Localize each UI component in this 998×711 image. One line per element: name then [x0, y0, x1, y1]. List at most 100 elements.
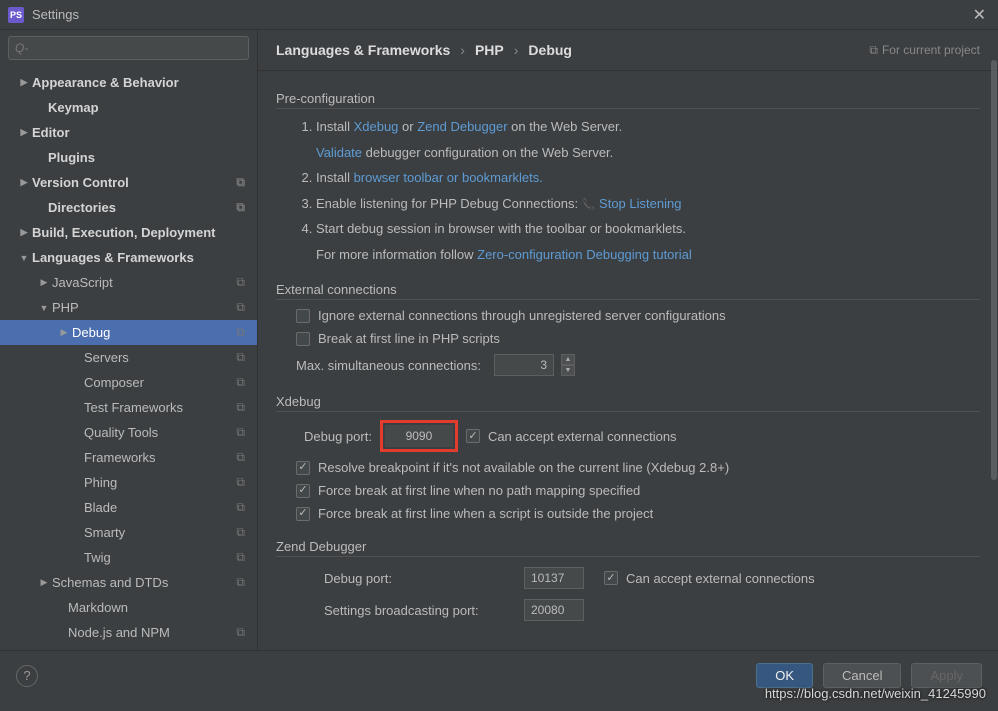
tree-item-label: Languages & Frameworks: [32, 250, 194, 265]
button-bar: ? OK Cancel Apply: [0, 650, 998, 700]
tree-item-php[interactable]: ▼PHP⧉: [0, 295, 257, 320]
chk-force-nopath[interactable]: [296, 484, 310, 498]
breadcrumb-a[interactable]: Languages & Frameworks: [276, 42, 450, 58]
ok-button[interactable]: OK: [756, 663, 813, 688]
tree-item-label: Plugins: [48, 150, 95, 165]
arrow-icon: ▼: [18, 253, 30, 263]
tree-item-quality-tools[interactable]: Quality Tools ⧉: [0, 420, 257, 445]
copy-icon: ⧉: [236, 475, 245, 490]
copy-icon: ⧉: [236, 575, 245, 590]
arrow-icon: ▶: [58, 327, 70, 338]
cancel-button[interactable]: Cancel: [823, 663, 901, 688]
chk-xdebug-accept[interactable]: [466, 429, 480, 443]
copy-icon: ⧉: [236, 425, 245, 440]
tree-item-phing[interactable]: Phing⧉: [0, 470, 257, 495]
tree-item-label: Quality Tools: [84, 425, 158, 440]
tree-item-label: Composer: [84, 375, 144, 390]
copy-icon: ⧉: [236, 450, 245, 465]
tree-item-node-js-and-npm[interactable]: Node.js and NPM⧉: [0, 620, 257, 645]
tree-item-label: Schemas and DTDs: [52, 575, 168, 590]
tree-item-label: Smarty: [84, 525, 125, 540]
preconfig-step2: Install browser toolbar or bookmarklets.: [316, 168, 980, 188]
titlebar: PS Settings ✕: [0, 0, 998, 30]
preconfig-step1: Install Xdebug or Zend Debugger on the W…: [316, 117, 980, 162]
section-external: External connections: [276, 282, 980, 300]
link-bookmarklets[interactable]: browser toolbar or bookmarklets.: [354, 170, 543, 185]
apply-button[interactable]: Apply: [911, 663, 982, 688]
link-xdebug[interactable]: Xdebug: [354, 119, 399, 134]
link-tutorial[interactable]: Zero-configuration Debugging tutorial: [477, 247, 692, 262]
tree-item-twig[interactable]: Twig⧉: [0, 545, 257, 570]
preconfig-step4: Start debug session in browser with the …: [316, 219, 980, 264]
sidebar-scrollbar[interactable]: [991, 60, 997, 480]
link-stop-listening[interactable]: Stop Listening: [599, 196, 681, 211]
tree-item-directories[interactable]: Directories⧉: [0, 195, 257, 220]
preconfig-step3: Enable listening for PHP Debug Connectio…: [316, 194, 980, 214]
tree-item-label: Test Frameworks: [84, 400, 183, 415]
tree-item-label: JavaScript: [52, 275, 113, 290]
project-scope: ⧉For current project: [869, 43, 980, 58]
tree-item-editor[interactable]: ▶Editor: [0, 120, 257, 145]
section-preconfig: Pre-configuration: [276, 91, 980, 109]
tree-item-label: Markdown: [68, 600, 128, 615]
window-title: Settings: [32, 7, 79, 22]
link-validate[interactable]: Validate: [316, 145, 362, 160]
tree-item-composer[interactable]: Composer ⧉: [0, 370, 257, 395]
copy-icon: ⧉: [236, 325, 245, 340]
chk-break-first[interactable]: [296, 332, 310, 346]
tree-item-blade[interactable]: Blade ⧉: [0, 495, 257, 520]
input-max-connections[interactable]: [494, 354, 554, 376]
tree-item-schemas-and-dtds[interactable]: ▶Schemas and DTDs⧉: [0, 570, 257, 595]
copy-icon: ⧉: [236, 200, 245, 215]
tree-item-languages-frameworks[interactable]: ▼Languages & Frameworks: [0, 245, 257, 270]
spin-up[interactable]: ▲: [561, 354, 575, 365]
tree-item-label: Blade: [84, 500, 117, 515]
copy-icon: ⧉: [236, 175, 245, 190]
input-xdebug-port[interactable]: [385, 425, 453, 447]
breadcrumb-sep: ›: [460, 42, 465, 58]
search-input[interactable]: [8, 36, 249, 60]
arrow-icon: ▼: [38, 303, 50, 313]
tree-item-label: Servers: [84, 350, 129, 365]
chk-force-outside[interactable]: [296, 507, 310, 521]
tree-item-test-frameworks[interactable]: Test Frameworks⧉: [0, 395, 257, 420]
app-icon: PS: [8, 7, 24, 23]
tree-item-label: PHP: [52, 300, 79, 315]
close-icon[interactable]: ✕: [969, 5, 990, 25]
help-button[interactable]: ?: [16, 665, 38, 687]
tree-item-plugins[interactable]: Plugins: [0, 145, 257, 170]
tree-item-smarty[interactable]: Smarty⧉: [0, 520, 257, 545]
arrow-icon: ▶: [18, 227, 30, 238]
tree-item-keymap[interactable]: Keymap: [0, 95, 257, 120]
copy-icon: ⧉: [869, 43, 878, 58]
copy-icon: ⧉: [236, 625, 245, 640]
copy-icon: ⧉: [236, 500, 245, 515]
tree-item-label: Twig: [84, 550, 111, 565]
copy-icon: ⧉: [236, 350, 245, 365]
input-zend-port[interactable]: [524, 567, 584, 589]
tree-item-label: Frameworks: [84, 450, 156, 465]
arrow-icon: ▶: [18, 77, 30, 88]
tree-item-debug[interactable]: ▶Debug⧉: [0, 320, 257, 345]
tree-item-label: Build, Execution, Deployment: [32, 225, 215, 240]
tree-item-javascript[interactable]: ▶JavaScript⧉: [0, 270, 257, 295]
chk-ignore-external[interactable]: [296, 309, 310, 323]
spin-down[interactable]: ▼: [561, 365, 575, 376]
chk-resolve-bp[interactable]: [296, 461, 310, 475]
tree-item-servers[interactable]: Servers ⧉: [0, 345, 257, 370]
tree-item-markdown[interactable]: Markdown: [0, 595, 257, 620]
section-zend: Zend Debugger: [276, 539, 980, 557]
arrow-icon: ▶: [18, 177, 30, 188]
chk-zend-accept[interactable]: [604, 571, 618, 585]
tree-item-label: Appearance & Behavior: [32, 75, 179, 90]
arrow-icon: ▶: [18, 127, 30, 138]
copy-icon: ⧉: [236, 375, 245, 390]
tree-item-build-execution-deployment[interactable]: ▶Build, Execution, Deployment: [0, 220, 257, 245]
tree-item-appearance-behavior[interactable]: ▶Appearance & Behavior: [0, 70, 257, 95]
tree-item-frameworks[interactable]: Frameworks ⧉: [0, 445, 257, 470]
link-zend[interactable]: Zend Debugger: [417, 119, 507, 134]
breadcrumb-c: Debug: [528, 42, 572, 58]
breadcrumb-b[interactable]: PHP: [475, 42, 504, 58]
input-zend-bcast[interactable]: [524, 599, 584, 621]
tree-item-version-control[interactable]: ▶Version Control⧉: [0, 170, 257, 195]
